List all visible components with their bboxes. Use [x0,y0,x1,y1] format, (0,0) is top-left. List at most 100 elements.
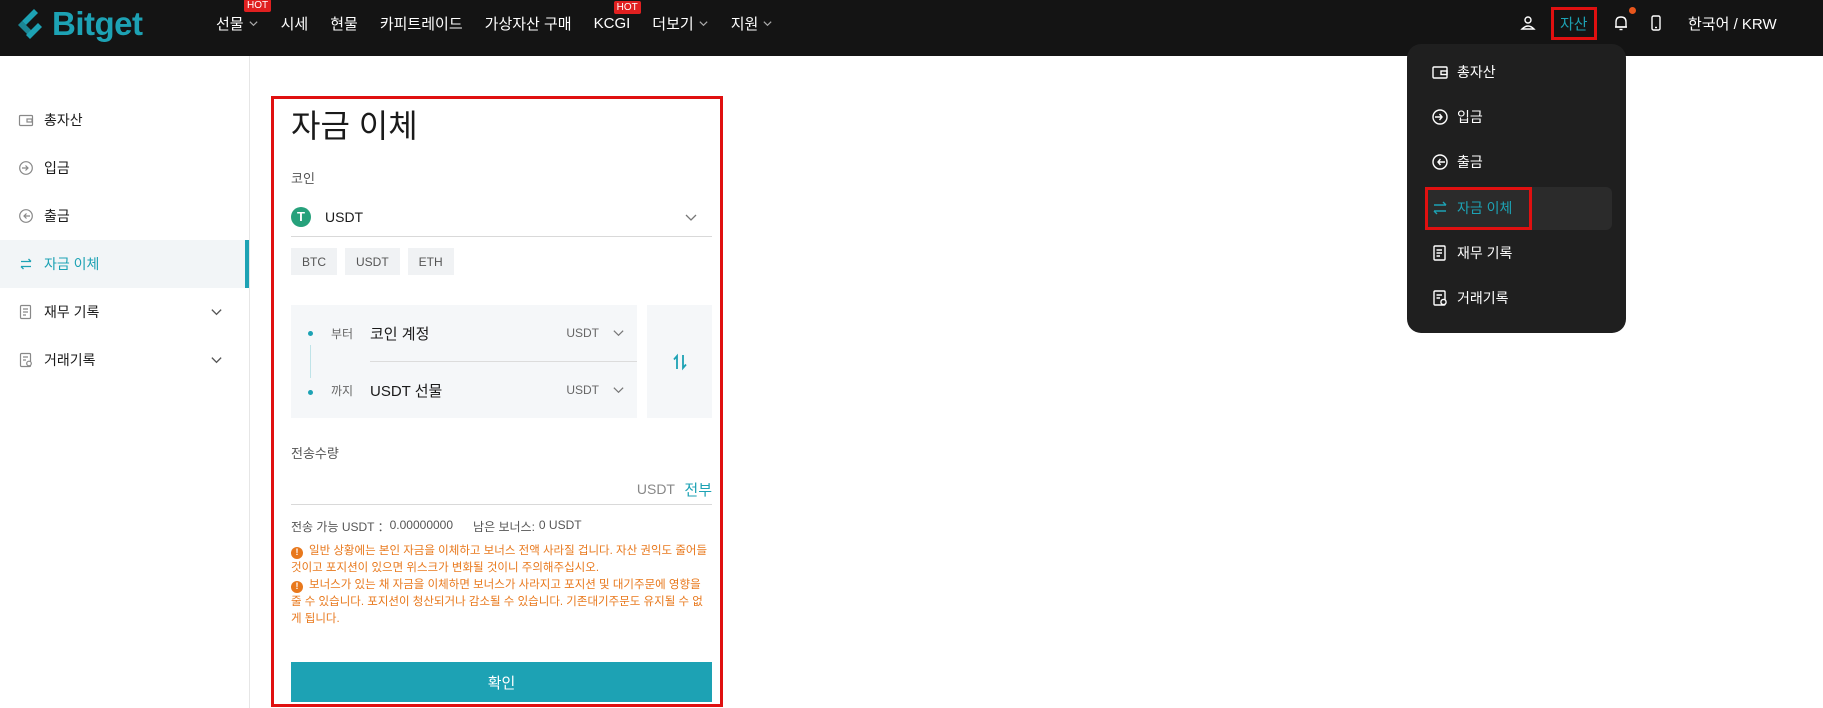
nav-label: 시세 [280,15,309,33]
record-icon [1431,244,1449,262]
deposit-icon [1431,108,1449,126]
menu-item-financial-records[interactable]: 재무 기록 [1431,233,1512,273]
nav-item-spot[interactable]: 현물 [330,13,358,34]
chevron-down-icon [699,20,708,26]
bell-icon[interactable] [1613,0,1636,46]
warning-text: 일반 상황에는 본인 자금을 이체하고 보너스 전액 사라질 겁니다. 자산 권… [291,545,708,574]
sidebar-item-withdraw[interactable]: 출금 [0,192,249,240]
sidebar-item-label: 거래기록 [44,352,96,368]
from-label: 부터 [331,326,354,341]
to-label: 까지 [331,383,354,398]
menu-item-label: 출금 [1457,154,1483,170]
nav-label: 선물 [216,15,244,33]
nav-label: 현물 [330,15,358,33]
transfer-icon [18,256,34,272]
sidebar-item-label: 총자산 [44,112,83,128]
hot-badge: HOT [244,0,272,12]
warning-message: ! 보너스가 있는 채 자금을 이체하면 보너스가 사라지고 포지션 및 대기주문… [291,577,712,628]
chevron-down-icon[interactable] [210,305,223,318]
chevron-down-icon [763,20,772,26]
coin-chip-usdt[interactable]: USDT [345,248,400,275]
transfer-accounts-box: 부터 코인 계정 USDT 까지 USDT 선물 USDT [291,305,637,418]
user-icon[interactable] [1520,0,1536,46]
page-title: 자금 이체 [291,108,418,144]
sidebar-item-total-assets[interactable]: 총자산 [0,96,249,144]
sidebar-item-label: 입금 [44,160,70,176]
sidebar-item-label: 출금 [44,208,70,224]
brand-name: Bitget [52,5,143,42]
max-all-button[interactable]: 전부 [684,479,712,500]
nav-item-copy-trade[interactable]: 카피트레이드 [380,13,463,34]
nav-item-support[interactable]: 지원 [731,13,774,34]
menu-item-withdraw[interactable]: 출금 [1431,142,1483,182]
amount-label: 전송수량 [291,446,339,461]
swap-icon [672,353,687,370]
sidebar-item-label: 자금 이체 [44,256,100,272]
available-value: 0.00000000 [389,518,454,532]
trade-record-icon [1431,289,1449,307]
bonus-value: 0 USDT [538,518,582,532]
language-currency-selector[interactable]: 한국어 / KRW [1688,0,1777,46]
amount-input[interactable] [291,473,581,499]
menu-item-label: 총자산 [1457,64,1496,80]
chevron-down-icon[interactable] [210,353,223,366]
assets-label: 자산 [1551,6,1597,40]
coin-label: 코인 [291,171,315,186]
warning-text: 보너스가 있는 채 자금을 이체하면 보너스가 사라지고 포지션 및 대기주문에… [291,579,703,625]
available-label: 전송 가능 USDT ： [291,520,390,534]
sidebar-item-financial-records[interactable]: 재무 기록 [0,288,249,336]
to-account: USDT 선물 [370,382,443,400]
withdraw-icon [18,208,34,224]
bonus-label: 남은 보너스: [473,520,535,534]
nav-label: 더보기 [652,15,694,33]
sidebar-item-trade-records[interactable]: 거래기록 [0,336,249,384]
bitget-logo[interactable]: Bitget [14,4,143,44]
menu-item-label: 거래기록 [1457,290,1509,306]
chevron-down-icon [613,387,624,394]
withdraw-icon [1431,153,1449,171]
hot-badge: HOT [613,0,641,14]
highlight-box [1425,187,1532,230]
sidebar: 총자산 입금 출금 자금 이체 재무 기록 거래기록 [0,56,250,708]
nav-label: KCGI [593,14,631,32]
assets-menu-button[interactable]: 자산 [1551,0,1597,46]
nav-item-market[interactable]: 시세 [281,13,309,34]
nav-label: 가상자산 구매 [484,15,572,33]
from-account: 코인 계정 [370,325,430,343]
quick-coin-chips: BTC USDT ETH [291,248,462,275]
coin-selector[interactable]: T USDT [291,197,712,237]
tether-icon: T [291,206,311,227]
menu-item-label: 재무 기록 [1457,245,1513,261]
amount-field: USDT 전부 [291,463,712,505]
sidebar-item-deposit[interactable]: 입금 [0,144,249,192]
main-nav: 선물 HOT 시세 현물 카피트레이드 가상자산 구매 KCGI HOT 더보기… [216,0,795,46]
nav-label: 지원 [730,15,759,33]
menu-item-total-assets[interactable]: 총자산 [1431,52,1496,92]
from-account-row[interactable]: 부터 코인 계정 USDT [291,305,637,361]
nav-item-futures[interactable]: 선물 HOT [216,0,272,34]
available-info: 전송 가능 USDT ： 0.00000000 남은 보너스: 0 USDT [291,518,582,535]
warning-icon: ! [291,546,303,559]
nav-item-buy-crypto[interactable]: 가상자산 구매 [485,13,572,34]
nav-item-kcgi[interactable]: KCGI HOT [593,0,641,32]
coin-chip-btc[interactable]: BTC [291,248,337,275]
coin-chip-eth[interactable]: ETH [407,248,454,275]
trade-record-icon [18,352,34,368]
phone-icon[interactable] [1650,0,1662,46]
swap-accounts-button[interactable] [647,305,712,418]
bitget-logo-icon [18,9,42,39]
confirm-button[interactable]: 확인 [291,662,712,702]
warning-icon: ! [291,580,303,593]
menu-item-trade-records[interactable]: 거래기록 [1431,278,1509,318]
warning-message: ! 일반 상황에는 본인 자금을 이체하고 보너스 전액 사라질 겁니다. 자산 … [291,543,712,577]
assets-dropdown-menu: 총자산 입금 출금 자금 이체 재무 기록 거래기록 [1407,44,1626,333]
menu-item-deposit[interactable]: 입금 [1431,97,1483,137]
nav-item-more[interactable]: 더보기 [652,13,708,34]
wallet-icon [1431,63,1449,81]
amount-unit: USDT [636,481,675,497]
sidebar-item-transfer[interactable]: 자금 이체 [0,240,249,288]
top-right-actions: 자산 한국어 / KRW [1500,0,1823,46]
to-account-row[interactable]: 까지 USDT 선물 USDT [291,362,637,418]
to-currency: USDT [566,383,599,397]
transfer-panel: 자금 이체 코인 T USDT BTC USDT ETH 부터 코인 계정 US… [271,96,723,707]
